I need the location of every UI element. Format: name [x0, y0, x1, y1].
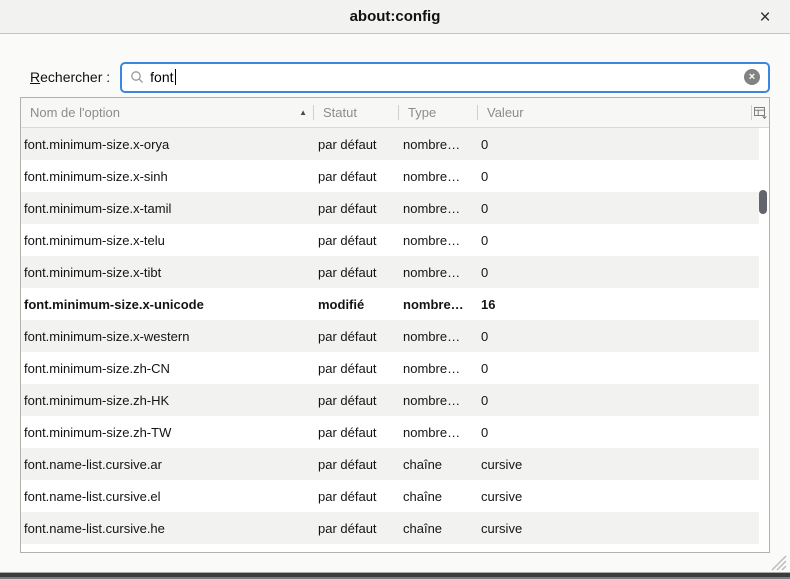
pref-name: font.minimum-size.zh-TW: [21, 425, 313, 440]
pref-status: par défaut: [313, 521, 398, 536]
window-bottom-edge: [0, 572, 790, 579]
pref-value: cursive: [477, 521, 759, 536]
pref-type: nombre…: [398, 393, 477, 408]
column-header-type-label: Type: [408, 105, 436, 120]
pref-name: font.minimum-size.x-sinh: [21, 169, 313, 184]
pref-name: font.minimum-size.zh-CN: [21, 361, 313, 376]
pref-status: par défaut: [313, 233, 398, 248]
pref-name: font.minimum-size.x-tamil: [21, 201, 313, 216]
pref-name: font.minimum-size.x-telu: [21, 233, 313, 248]
resize-grip-icon[interactable]: [769, 554, 787, 571]
pref-name: font.minimum-size.x-orya: [21, 137, 313, 152]
pref-status: par défaut: [313, 201, 398, 216]
pref-value: 0: [477, 201, 759, 216]
text-caret: [175, 69, 176, 85]
pref-status: par défaut: [313, 425, 398, 440]
prefs-table: Nom de l'option ▲ Statut Type Valeur fon…: [20, 97, 770, 553]
pref-type: nombre…: [398, 265, 477, 280]
close-icon[interactable]: ×: [752, 4, 778, 30]
table-row[interactable]: font.minimum-size.x-oryapar défautnombre…: [21, 128, 759, 160]
pref-status: par défaut: [313, 137, 398, 152]
pref-type: nombre…: [398, 297, 477, 312]
search-label-accesskey: R: [30, 69, 40, 85]
pref-value: cursive: [477, 457, 759, 472]
pref-type: nombre…: [398, 425, 477, 440]
pref-status: par défaut: [313, 169, 398, 184]
pref-status: par défaut: [313, 265, 398, 280]
pref-status: modifié: [313, 297, 398, 312]
column-picker-icon: [753, 105, 768, 120]
sort-asc-icon: ▲: [299, 108, 307, 117]
pref-value: 0: [477, 425, 759, 440]
pref-name: font.name-list.cursive.he: [21, 521, 313, 536]
table-row[interactable]: font.minimum-size.x-westernpar défautnom…: [21, 320, 759, 352]
pref-name: font.minimum-size.x-western: [21, 329, 313, 344]
pref-type: nombre…: [398, 201, 477, 216]
column-header-name[interactable]: Nom de l'option ▲: [21, 98, 313, 127]
pref-value: 0: [477, 329, 759, 344]
column-header-value[interactable]: Valeur: [477, 98, 751, 127]
pref-value: 0: [477, 393, 759, 408]
pref-value: cursive: [477, 489, 759, 504]
table-row[interactable]: font.minimum-size.zh-CNpar défautnombre……: [21, 352, 759, 384]
pref-status: par défaut: [313, 361, 398, 376]
table-row[interactable]: font.minimum-size.zh-HKpar défautnombre……: [21, 384, 759, 416]
pref-type: nombre…: [398, 233, 477, 248]
pref-name: font.name-list.cursive.el: [21, 489, 313, 504]
pref-type: chaîne: [398, 489, 477, 504]
table-row[interactable]: font.minimum-size.x-unicodemodifiénombre…: [21, 288, 759, 320]
search-input-value: font: [150, 69, 173, 85]
search-label: Rechercher :: [30, 69, 110, 85]
pref-status: par défaut: [313, 329, 398, 344]
table-row[interactable]: font.minimum-size.x-tamilpar défautnombr…: [21, 192, 759, 224]
table-body: font.minimum-size.x-oryapar défautnombre…: [21, 128, 769, 544]
table-row[interactable]: font.minimum-size.x-telupar défautnombre…: [21, 224, 759, 256]
pref-type: nombre…: [398, 361, 477, 376]
window-title: about:config: [350, 8, 441, 25]
pref-status: par défaut: [313, 489, 398, 504]
about-config-window: { "window": { "title": "about:config", "…: [0, 0, 790, 579]
column-picker-button[interactable]: [751, 98, 769, 127]
table-row[interactable]: font.minimum-size.zh-TWpar défautnombre……: [21, 416, 759, 448]
pref-name: font.minimum-size.x-unicode: [21, 297, 313, 312]
table-row[interactable]: font.name-list.cursive.arpar défautchaîn…: [21, 448, 759, 480]
table-row[interactable]: font.minimum-size.x-sinhpar défautnombre…: [21, 160, 759, 192]
table-row[interactable]: font.name-list.cursive.elpar défautchaîn…: [21, 480, 759, 512]
pref-name: font.name-list.cursive.ar: [21, 457, 313, 472]
pref-value: 16: [477, 297, 759, 312]
search-input[interactable]: font ×: [120, 62, 770, 93]
table-row[interactable]: font.minimum-size.x-tibtpar défautnombre…: [21, 256, 759, 288]
table-row[interactable]: font.name-list.cursive.hepar défautchaîn…: [21, 512, 759, 544]
titlebar[interactable]: about:config ×: [0, 0, 790, 34]
pref-status: par défaut: [313, 393, 398, 408]
search-label-rest: echercher :: [40, 69, 110, 85]
pref-type: nombre…: [398, 137, 477, 152]
column-header-value-label: Valeur: [487, 105, 524, 120]
column-header-status[interactable]: Statut: [313, 98, 398, 127]
pref-name: font.minimum-size.zh-HK: [21, 393, 313, 408]
pref-value: 0: [477, 233, 759, 248]
pref-value: 0: [477, 361, 759, 376]
search-row: Rechercher : font ×: [30, 61, 770, 93]
table-header: Nom de l'option ▲ Statut Type Valeur: [21, 98, 769, 128]
column-header-status-label: Statut: [323, 105, 357, 120]
vertical-scrollbar-thumb[interactable]: [759, 190, 767, 214]
pref-type: chaîne: [398, 521, 477, 536]
clear-search-icon[interactable]: ×: [744, 69, 760, 85]
pref-type: nombre…: [398, 329, 477, 344]
column-header-type[interactable]: Type: [398, 98, 477, 127]
search-icon: [130, 70, 144, 84]
pref-value: 0: [477, 265, 759, 280]
column-header-name-label: Nom de l'option: [30, 105, 120, 120]
pref-value: 0: [477, 169, 759, 184]
pref-type: nombre…: [398, 169, 477, 184]
pref-type: chaîne: [398, 457, 477, 472]
pref-value: 0: [477, 137, 759, 152]
pref-name: font.minimum-size.x-tibt: [21, 265, 313, 280]
pref-status: par défaut: [313, 457, 398, 472]
